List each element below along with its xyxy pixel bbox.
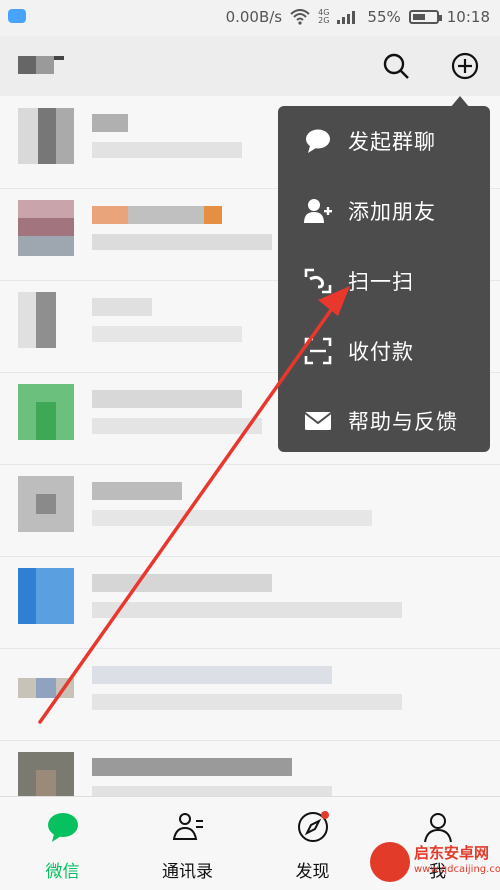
menu-item-group-chat[interactable]: 发起群聊 [278,106,490,176]
avatar [18,660,74,716]
add-friend-icon [304,199,332,223]
tab-chats[interactable]: 微信 [0,797,125,890]
menu-item-label: 收付款 [348,340,414,364]
tab-label: 发现 [295,862,330,882]
menu-item-add-friend[interactable]: 添加朋友 [278,176,490,246]
menu-item-label: 帮助与反馈 [348,410,458,434]
tab-label: 通讯录 [162,862,213,882]
menu-item-label: 扫一扫 [348,270,414,294]
cloud-icon [8,9,26,23]
plus-circle-icon[interactable] [451,52,479,80]
contacts-icon [172,813,203,840]
chat-list-item[interactable] [0,648,500,741]
menu-item-scan[interactable]: 扫一扫 [278,246,490,316]
avatar [18,568,74,624]
menu-item-label: 发起群聊 [348,130,436,154]
menu-item-payment[interactable]: 收付款 [278,316,490,386]
scan-icon [304,268,332,294]
chat-bubble-icon [306,129,330,153]
battery-icon [408,10,442,24]
payment-scan-icon [304,337,332,365]
battery-percent: 55% [367,8,401,26]
tab-discover[interactable]: 发现 [250,797,375,890]
plus-popup-menu: 发起群聊 添加朋友 扫一扫 收付款 帮助与反馈 [278,106,490,452]
compass-icon [297,811,329,842]
watermark-logo-icon [370,842,410,882]
signal-icon [337,10,359,24]
tab-label: 微信 [45,862,80,882]
watermark-text: 启东安卓网 [414,844,490,862]
menu-item-label: 添加朋友 [348,200,436,224]
watermark-url: www.qdcaijing.com [414,864,500,875]
mail-icon [304,412,332,430]
avatar [18,200,74,256]
app-header [0,36,500,96]
watermark: 启东安卓网 www.qdcaijing.com [370,840,500,884]
search-icon[interactable] [382,52,410,80]
avatar [18,292,74,348]
network-type: 4G 2G [318,8,330,25]
avatar [18,384,74,440]
avatar [18,476,74,532]
network-speed: 0.00B/s [225,8,283,26]
clock: 10:18 [446,8,490,26]
menu-item-help-feedback[interactable]: 帮助与反馈 [278,386,490,456]
tab-contacts[interactable]: 通讯录 [125,797,250,890]
status-bar: 0.00B/s 4G 2G 55% 10:18 [0,0,500,36]
chat-list-item[interactable] [0,464,500,557]
chat-list-item[interactable] [0,556,500,649]
chat-icon [47,813,78,842]
wifi-icon [290,9,310,25]
page-title-blurred [18,56,68,76]
avatar [18,108,74,164]
person-icon [423,813,452,843]
